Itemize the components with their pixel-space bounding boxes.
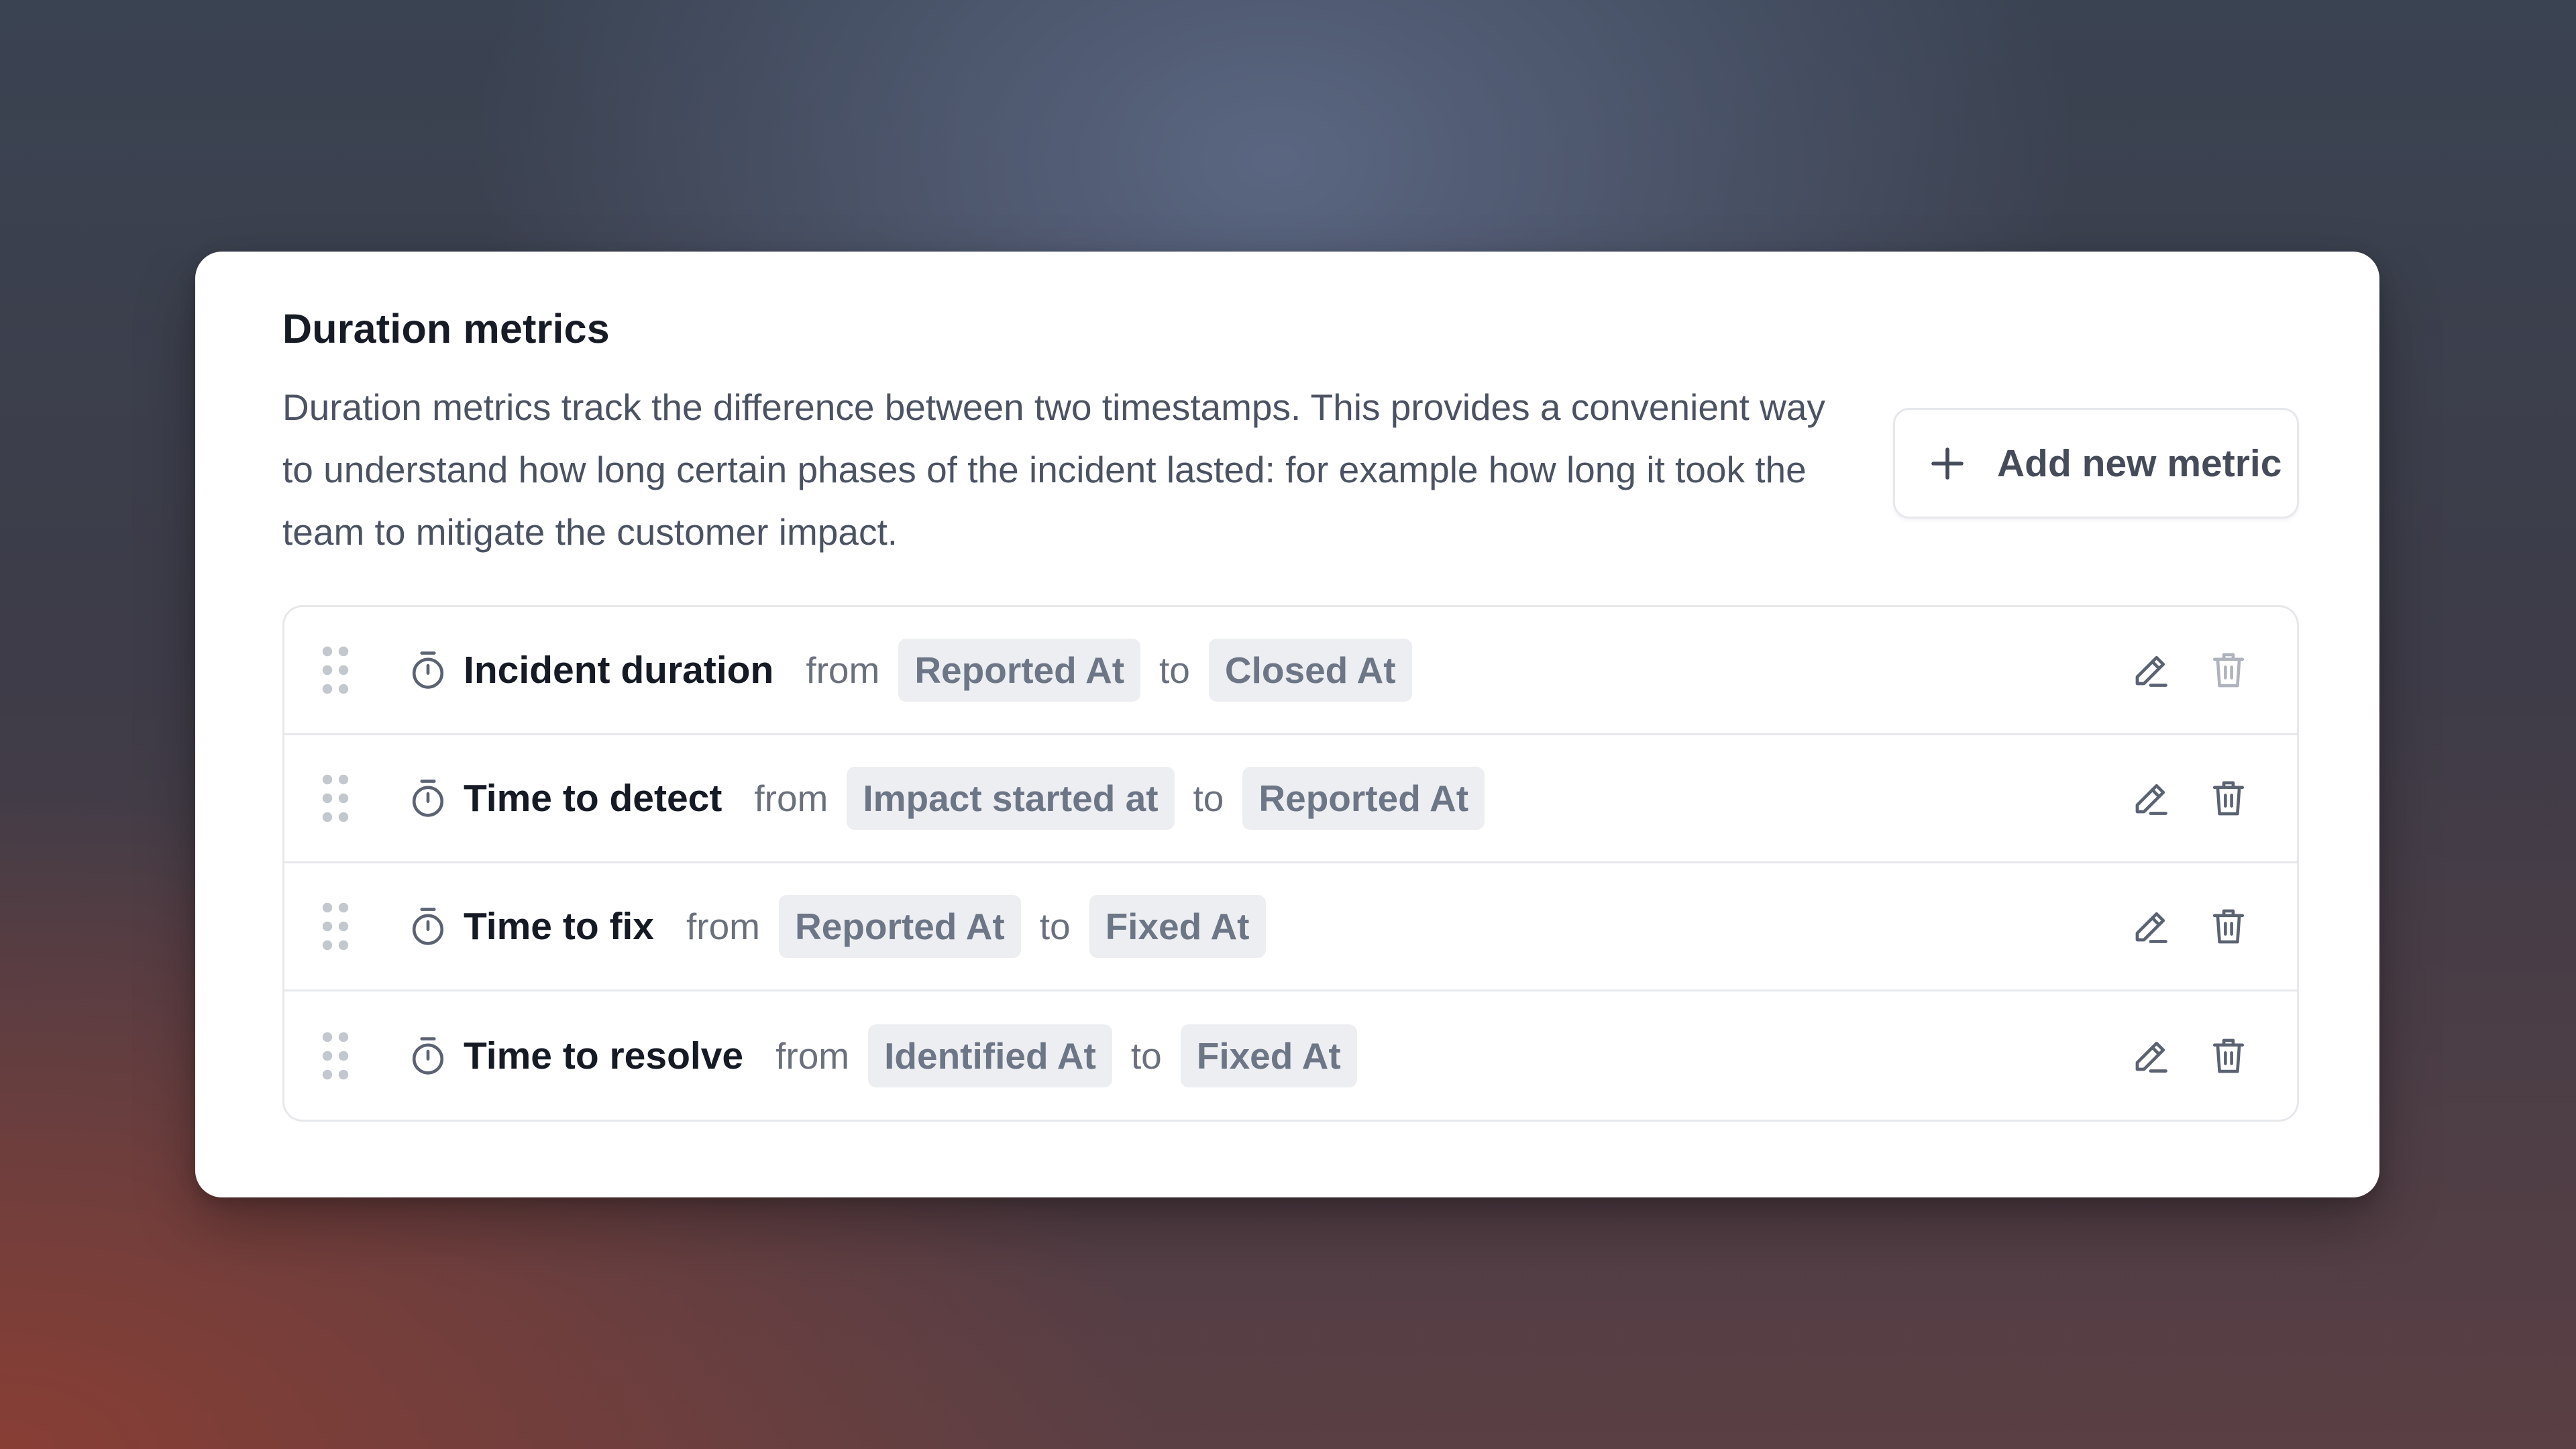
metric-description: Incident duration from Reported At to Cl…	[464, 607, 1412, 733]
add-new-metric-button[interactable]: Add new metric	[1893, 408, 2299, 519]
from-label: from	[686, 906, 760, 947]
to-timestamp-chip: Reported At	[1242, 767, 1485, 830]
drag-handle-icon[interactable]	[322, 902, 349, 951]
drag-handle-icon[interactable]	[322, 774, 349, 822]
add-new-metric-label: Add new metric	[1997, 441, 2282, 485]
to-timestamp-chip: Fixed At	[1089, 895, 1266, 958]
metric-row: Time to resolve from Identified At to Fi…	[284, 991, 2297, 1120]
from-timestamp-chip: Identified At	[868, 1024, 1112, 1087]
pencil-icon[interactable]	[2131, 778, 2171, 818]
metric-description: Time to detect from Impact started at to…	[464, 735, 1485, 861]
drag-handle-icon[interactable]	[322, 646, 349, 694]
from-timestamp-chip: Impact started at	[847, 767, 1175, 830]
drag-handle-icon[interactable]	[322, 1032, 349, 1080]
to-label: to	[1159, 649, 1190, 691]
to-timestamp-chip: Closed At	[1208, 639, 1412, 702]
trash-icon[interactable]	[2210, 778, 2247, 818]
stopwatch-icon	[412, 651, 444, 689]
stopwatch-icon	[412, 780, 444, 817]
section-description: Duration metrics track the difference be…	[282, 386, 1825, 553]
trash-icon[interactable]	[2210, 906, 2247, 947]
from-timestamp-chip: Reported At	[898, 639, 1141, 702]
pencil-icon[interactable]	[2131, 650, 2171, 690]
stopwatch-icon	[412, 1036, 444, 1075]
metric-row: Incident duration from Reported At to Cl…	[284, 607, 2297, 735]
metric-name: Time to detect	[464, 777, 722, 820]
pencil-icon[interactable]	[2131, 1036, 2171, 1076]
metric-name: Time to fix	[464, 905, 654, 948]
to-label: to	[1039, 906, 1071, 947]
metric-row: Time to fix from Reported At to Fixed At	[284, 863, 2297, 991]
pencil-icon[interactable]	[2131, 906, 2171, 947]
metric-row: Time to detect from Impact started at to…	[284, 735, 2297, 863]
metric-name: Time to resolve	[464, 1034, 744, 1077]
from-timestamp-chip: Reported At	[779, 895, 1021, 958]
metric-name: Incident duration	[464, 649, 774, 692]
duration-metrics-card: Duration metrics Duration metrics track …	[195, 252, 2379, 1197]
to-label: to	[1130, 1034, 1162, 1077]
to-label: to	[1193, 777, 1224, 819]
section-title: Duration metrics	[282, 306, 610, 352]
from-label: from	[754, 777, 828, 819]
plus-icon	[1931, 447, 1964, 480]
metrics-list: Incident duration from Reported At to Cl…	[282, 605, 2299, 1122]
stopwatch-icon	[412, 908, 444, 945]
to-timestamp-chip: Fixed At	[1180, 1024, 1357, 1087]
trash-icon[interactable]	[2210, 650, 2247, 690]
metric-description: Time to resolve from Identified At to Fi…	[464, 991, 1357, 1120]
trash-icon[interactable]	[2210, 1036, 2247, 1076]
metric-description: Time to fix from Reported At to Fixed At	[464, 863, 1266, 989]
from-label: from	[806, 649, 880, 691]
from-label: from	[775, 1034, 850, 1077]
